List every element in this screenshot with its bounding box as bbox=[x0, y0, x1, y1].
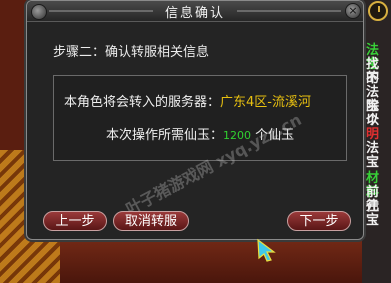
dialog-title: 信息确认 bbox=[164, 6, 225, 21]
cost-label: 本次操作所需仙玉： bbox=[106, 128, 224, 143]
side-text-line: 法宝 bbox=[366, 141, 380, 170]
server-value: 广东4区-流溪河 bbox=[220, 95, 311, 110]
side-text-line: 的 bbox=[366, 71, 380, 86]
next-step-button[interactable]: 下一步 bbox=[287, 211, 351, 231]
dialog-titlebar[interactable]: 信息确认 × bbox=[27, 1, 363, 22]
clock-icon[interactable] bbox=[368, 1, 388, 21]
cursor-icon bbox=[257, 238, 276, 262]
side-text-line: 元宝 bbox=[366, 199, 380, 228]
cancel-transfer-button[interactable]: 取消转服 bbox=[113, 211, 189, 231]
server-row: 本角色将会转入的服务器：广东4区-流溪河 bbox=[64, 91, 311, 110]
info-panel: 本角色将会转入的服务器：广东4区-流溪河 本次操作所需仙玉：1200 个仙玉 bbox=[53, 75, 347, 161]
transfer-confirm-dialog: 信息确认 × 步骤二：确认转服相关信息 本角色将会转入的服务器：广东4区-流溪河… bbox=[26, 0, 364, 240]
step-label: 步骤二：确认转服相关信息 bbox=[53, 45, 210, 60]
side-text-line: 个 bbox=[366, 113, 380, 128]
side-text-line: 明 bbox=[366, 127, 380, 142]
close-button[interactable]: × bbox=[345, 3, 361, 19]
server-label: 本角色将会转入的服务器： bbox=[64, 95, 221, 110]
prev-step-button[interactable]: 上一步 bbox=[43, 211, 107, 231]
